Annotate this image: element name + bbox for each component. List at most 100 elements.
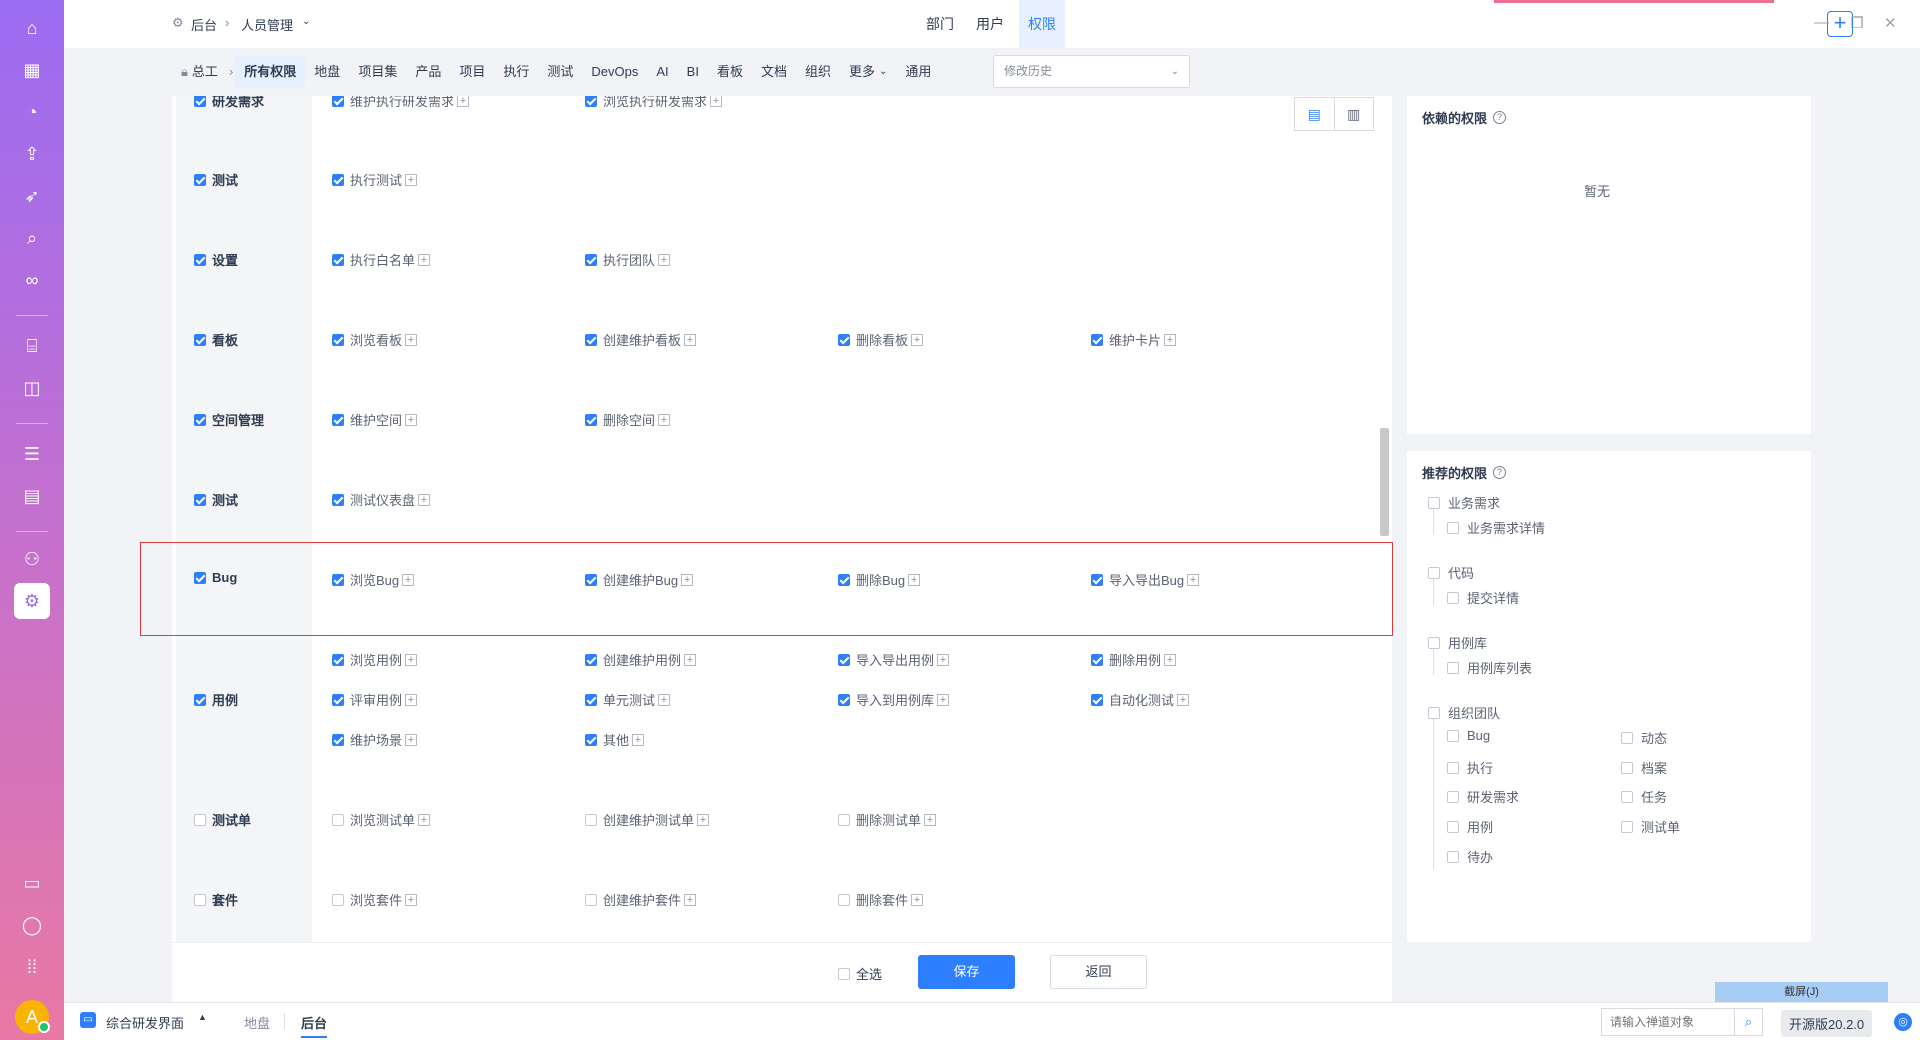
- rec-item[interactable]: 任务: [1621, 787, 1667, 806]
- expand-icon[interactable]: +: [684, 653, 697, 666]
- nav-kanban[interactable]: 看板: [708, 56, 752, 88]
- expand-icon[interactable]: +: [457, 96, 470, 107]
- expand-icon[interactable]: +: [405, 693, 418, 706]
- rec-group[interactable]: 组织团队: [1428, 703, 1500, 722]
- chat-icon[interactable]: ▭: [14, 865, 50, 901]
- infinity-icon[interactable]: ∞: [14, 262, 50, 298]
- rec-item[interactable]: 测试单: [1621, 817, 1680, 836]
- close-icon[interactable]: ✕: [1884, 14, 1897, 32]
- checkbox[interactable]: [1447, 820, 1459, 833]
- expand-icon[interactable]: +: [405, 653, 418, 666]
- checkbox[interactable]: [838, 893, 850, 906]
- robot-icon[interactable]: ⌸: [14, 328, 50, 364]
- permission-item[interactable]: 维护卡片 +: [1091, 330, 1177, 349]
- nav-ai[interactable]: AI: [647, 56, 677, 88]
- permission-item[interactable]: 创建维护测试单 +: [585, 810, 710, 829]
- expand-icon[interactable]: +: [684, 893, 697, 906]
- checkbox[interactable]: [1091, 333, 1103, 346]
- checkbox[interactable]: [585, 653, 597, 666]
- rec-item[interactable]: 业务需求详情: [1447, 518, 1545, 537]
- category-checkbox[interactable]: [194, 893, 206, 906]
- expand-icon[interactable]: +: [632, 733, 645, 746]
- nav-test[interactable]: 测试: [538, 56, 582, 88]
- permission-item[interactable]: 其他 +: [585, 730, 645, 749]
- category-checkbox[interactable]: [194, 333, 206, 346]
- permission-item[interactable]: 执行团队 +: [585, 250, 671, 269]
- checkbox[interactable]: [1447, 521, 1459, 534]
- restore-icon[interactable]: ❐: [1850, 14, 1863, 32]
- checkbox[interactable]: [332, 96, 344, 107]
- nav-more[interactable]: 更多: [840, 56, 877, 88]
- permission-item[interactable]: 维护场景 +: [332, 730, 418, 749]
- nav-org[interactable]: 组织: [796, 56, 840, 88]
- category-checkbox[interactable]: [194, 693, 206, 706]
- logo-icon[interactable]: ◎: [1894, 1013, 1912, 1031]
- screenshot-button[interactable]: 截屏(J): [1715, 982, 1888, 1002]
- checkbox[interactable]: [1428, 496, 1440, 509]
- checkbox[interactable]: [1447, 661, 1459, 674]
- permission-item[interactable]: 执行测试 +: [332, 170, 418, 189]
- checkbox[interactable]: [332, 253, 344, 266]
- tab-user[interactable]: 用户: [967, 0, 1013, 48]
- permission-item[interactable]: 评审用例 +: [332, 690, 418, 709]
- rec-item[interactable]: Bug: [1447, 728, 1490, 743]
- checkbox[interactable]: [1091, 653, 1103, 666]
- expand-icon[interactable]: +: [1164, 653, 1177, 666]
- rec-group[interactable]: 业务需求: [1428, 493, 1500, 512]
- nav-all-permissions[interactable]: 所有权限: [235, 56, 306, 88]
- expand-icon[interactable]: +: [710, 96, 723, 107]
- rocket-icon[interactable]: ⇪: [14, 136, 50, 172]
- category-checkbox[interactable]: [194, 813, 206, 826]
- checkbox[interactable]: [332, 493, 344, 506]
- expand-icon[interactable]: +: [911, 893, 924, 906]
- settings-icon[interactable]: ⚙: [14, 583, 50, 619]
- nav-devops[interactable]: DevOps: [582, 56, 647, 88]
- nav-general[interactable]: 通用: [896, 56, 940, 88]
- checkbox[interactable]: [585, 893, 597, 906]
- permission-item[interactable]: 删除用例 +: [1091, 650, 1177, 669]
- checkbox[interactable]: [1621, 761, 1633, 774]
- chevron-down-icon[interactable]: ⌄: [302, 16, 310, 27]
- expand-icon[interactable]: +: [684, 333, 697, 346]
- permission-item[interactable]: 创建维护用例 +: [585, 650, 697, 669]
- nav-product[interactable]: 产品: [406, 56, 450, 88]
- rec-item[interactable]: 用例: [1447, 817, 1493, 836]
- expand-icon[interactable]: +: [1164, 333, 1177, 346]
- chart-board-icon[interactable]: ◫: [14, 370, 50, 406]
- checkbox[interactable]: [585, 96, 597, 107]
- select-all[interactable]: 全选: [838, 964, 882, 983]
- breadcrumb-root[interactable]: 后台: [191, 15, 217, 34]
- expand-icon[interactable]: +: [658, 413, 671, 426]
- layers-icon[interactable]: ☰: [14, 436, 50, 472]
- version-badge[interactable]: 开源版20.2.0: [1781, 1010, 1873, 1037]
- permission-item[interactable]: 创建维护套件 +: [585, 890, 697, 909]
- search-input[interactable]: [1601, 1008, 1735, 1036]
- permission-item[interactable]: 删除测试单 +: [838, 810, 937, 829]
- checkbox[interactable]: [1447, 761, 1459, 774]
- bottom-tab-admin[interactable]: 后台: [301, 1013, 328, 1038]
- help-icon[interactable]: ?: [1493, 111, 1507, 124]
- checkbox[interactable]: [1428, 706, 1440, 719]
- permission-item[interactable]: 维护执行研发需求 +: [332, 96, 470, 110]
- expand-icon[interactable]: +: [937, 693, 950, 706]
- checkbox[interactable]: [332, 693, 344, 706]
- bulb-icon[interactable]: ◔: [14, 94, 50, 130]
- checkbox[interactable]: [332, 333, 344, 346]
- checkbox[interactable]: [1447, 850, 1459, 863]
- category-checkbox[interactable]: [194, 413, 206, 426]
- nav-program[interactable]: 项目集: [349, 56, 406, 88]
- checkbox[interactable]: [1447, 729, 1459, 742]
- search-bug-icon[interactable]: ⌕: [14, 220, 50, 256]
- select-all-checkbox[interactable]: [838, 967, 850, 980]
- checkbox[interactable]: [1428, 636, 1440, 649]
- tab-department[interactable]: 部门: [917, 0, 963, 48]
- permission-item[interactable]: 浏览套件 +: [332, 890, 418, 909]
- checkbox[interactable]: [838, 333, 850, 346]
- expand-icon[interactable]: +: [924, 813, 937, 826]
- permission-item[interactable]: 创建维护看板 +: [585, 330, 697, 349]
- team-icon[interactable]: ⚇: [14, 541, 50, 577]
- checkbox[interactable]: [585, 693, 597, 706]
- permission-item[interactable]: 浏览测试单 +: [332, 810, 431, 829]
- breadcrumb-module[interactable]: 人员管理: [241, 15, 293, 34]
- category-label[interactable]: 研发需求: [194, 96, 264, 110]
